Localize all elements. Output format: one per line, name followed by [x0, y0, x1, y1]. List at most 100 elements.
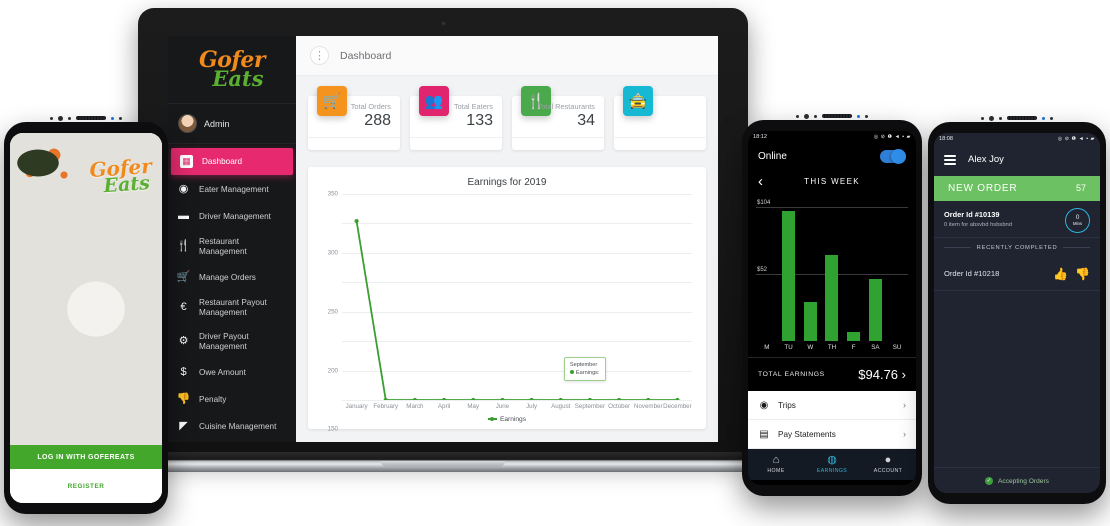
admin-dashboard-screen: Gofer Eats Admin ▦ Dashboard ◉ Eater Man…	[168, 36, 718, 442]
tab-earnings[interactable]: ◍ EARNINGS	[804, 454, 860, 475]
sidebar-user[interactable]: Admin	[168, 104, 296, 144]
restaurant-header: Alex Joy	[934, 144, 1100, 176]
phone-notch	[742, 112, 922, 120]
chart-bar[interactable]	[782, 211, 796, 341]
chart-tooltip: September Earnings:	[563, 357, 606, 382]
sensor-dot-icon	[796, 114, 799, 118]
kebab-menu-icon[interactable]: ⋮	[310, 46, 329, 65]
sidebar-item-driver-payout-management[interactable]: ⚙ Driver Payout Management	[168, 325, 296, 359]
stat-card-total-eaters[interactable]: 👥 Total Eaters 133	[410, 86, 502, 150]
sensor-dot-icon	[999, 116, 1002, 120]
sidebar-nav: ▦ Dashboard ◉ Eater Management ▬ Driver …	[168, 144, 296, 440]
chevron-right-icon: ›	[903, 429, 906, 439]
admin-user-name: Admin	[204, 118, 230, 129]
chart-day-label: W	[807, 344, 814, 351]
chart-x-tick-label: October	[608, 403, 631, 410]
login-button[interactable]: LOG IN WITH GOFEREATS	[10, 445, 162, 469]
total-earnings-value: $94.76	[858, 367, 899, 382]
pay-statements-row[interactable]: ▤ Pay Statements ›	[748, 420, 916, 449]
sidebar-item-label: Dashboard	[202, 156, 243, 166]
sidebar-item-restaurant-management[interactable]: 🍴 Restaurant Management	[168, 230, 296, 264]
active-order-item[interactable]: Order Id #10139 0 item for absvbd hsbsbn…	[934, 201, 1100, 238]
chart-x-tick-label: March	[406, 403, 424, 410]
car-icon: ▬	[178, 209, 189, 222]
tab-label: EARNINGS	[816, 468, 848, 474]
chart-legend[interactable]: Earnings	[316, 416, 698, 423]
tooltip-title: September	[569, 362, 598, 368]
chart-x-axis: January February March April May June July Augu…	[342, 400, 692, 414]
sidebar-item-label: Penalty	[199, 394, 227, 404]
sidebar-item-driver-management[interactable]: ▬ Driver Management	[168, 203, 296, 230]
register-button[interactable]: REGISTER	[10, 469, 162, 503]
scooter-icon: ⚙	[178, 335, 189, 348]
stat-card-total-restaurants[interactable]: 🍴 Total Restaurants 34	[512, 86, 604, 150]
status-label: Accepting Orders	[998, 477, 1049, 485]
user-circle-icon: ◉	[178, 182, 189, 195]
camera-icon	[804, 113, 809, 119]
stat-card-drivers[interactable]: 🚖	[614, 86, 706, 150]
chart-x-tick-label: December	[663, 403, 692, 410]
thumbs-up-icon[interactable]: 👍	[1053, 267, 1068, 281]
thumbs-down-icon: 👎	[176, 392, 191, 405]
chart-x-tick-label: September	[574, 403, 606, 410]
divider-line	[944, 247, 971, 249]
sidebar-item-label: Restaurant Payout Management	[199, 298, 267, 317]
weekly-earnings-bar-chart[interactable]: $52 $104	[756, 197, 908, 341]
earnings-chart-panel: Earnings for 2019 050100150200250300350 …	[308, 167, 706, 433]
phone-notch	[928, 114, 1106, 122]
trips-row[interactable]: ◉ Trips ›	[748, 391, 916, 420]
total-earnings-row[interactable]: TOTAL EARNINGS $94.76 ›	[748, 357, 916, 391]
chart-y-tick-label: 300	[327, 249, 338, 257]
restaurant-app-screen: 18:08 ◎ ⊘ ❶ ◄ ▪ ▰ Alex Joy NEW ORDER 57 …	[934, 133, 1100, 493]
person-icon: ●	[884, 454, 892, 466]
chart-bars	[756, 197, 908, 341]
sidebar-item-label: Owe Amount	[199, 367, 246, 377]
stat-card-total-orders[interactable]: 🛒 Total Orders 288	[308, 86, 400, 150]
thumbs-down-icon[interactable]: 👎	[1075, 267, 1090, 281]
recently-completed-divider: RECENTLY COMPLETED	[934, 238, 1100, 258]
online-label: Online	[758, 151, 787, 162]
earnings-line-chart[interactable]: 050100150200250300350	[328, 191, 692, 433]
sidebar-logo[interactable]: Gofer Eats	[168, 36, 296, 104]
sidebar-item-dashboard[interactable]: ▦ Dashboard	[171, 148, 293, 175]
admin-topbar: ⋮ Dashboard	[296, 36, 718, 76]
sidebar-item-eater-management[interactable]: ◉ Eater Management	[168, 176, 296, 203]
sidebar-item-restaurant-payout-management[interactable]: € Restaurant Payout Management	[168, 291, 296, 325]
stat-card-value: 34	[577, 112, 595, 129]
restaurant-user-name: Alex Joy	[968, 154, 1004, 166]
sidebar-item-penalty[interactable]: 👎 Penalty	[168, 386, 296, 413]
driver-app-phone: 18:12 ◎ ⊘ ❶ ◄ ▪ ▰ Online ‹ THIS WEEK $52…	[742, 113, 922, 496]
chart-day-label: TU	[784, 344, 793, 351]
sidebar-item-owe-amount[interactable]: $ Owe Amount	[168, 359, 296, 386]
chart-bar[interactable]	[847, 332, 861, 341]
sidebar-item-cuisine-management[interactable]: ◤ Cuisine Management	[168, 413, 296, 440]
chart-bar[interactable]	[803, 302, 817, 341]
order-timer-badge: 0 Mins	[1065, 207, 1090, 233]
new-order-banner[interactable]: NEW ORDER 57	[934, 175, 1100, 201]
earnings-icon: ◍	[827, 454, 837, 466]
sidebar-item-manage-orders[interactable]: 🛒 Manage Orders	[168, 264, 296, 291]
cart-icon: 🛒	[317, 86, 347, 116]
section-label: RECENTLY COMPLETED	[976, 244, 1058, 251]
dollar-icon: $	[180, 365, 187, 378]
tab-label: ACCOUNT	[873, 468, 903, 474]
restaurant-app-phone: 18:08 ◎ ⊘ ❶ ◄ ▪ ▰ Alex Joy NEW ORDER 57 …	[928, 115, 1106, 504]
online-toggle[interactable]	[880, 149, 906, 164]
logo-line2: Eats	[102, 172, 151, 198]
tab-home[interactable]: ⌂ HOME	[748, 454, 804, 475]
chart-y-tick-label: 200	[327, 367, 338, 375]
chart-bar[interactable]	[825, 254, 839, 341]
driver-status-bar: 18:12 ◎ ⊘ ❶ ◄ ▪ ▰	[748, 131, 916, 142]
home-icon: ⌂	[772, 454, 780, 466]
chart-bar[interactable]	[868, 279, 882, 341]
completed-order-item[interactable]: Order Id #10218 👍 👎	[934, 258, 1100, 291]
chart-x-tick-label: August	[551, 403, 571, 410]
camera-icon	[989, 115, 994, 121]
hamburger-menu-icon[interactable]	[944, 153, 956, 167]
sensor-dot-icon	[119, 116, 122, 120]
logo-line2: Eats	[212, 65, 264, 91]
stat-card-footer	[512, 137, 604, 150]
chart-day-label: M	[764, 344, 770, 351]
chart-day-label: SA	[871, 344, 880, 351]
tab-account[interactable]: ● ACCOUNT	[860, 454, 916, 475]
